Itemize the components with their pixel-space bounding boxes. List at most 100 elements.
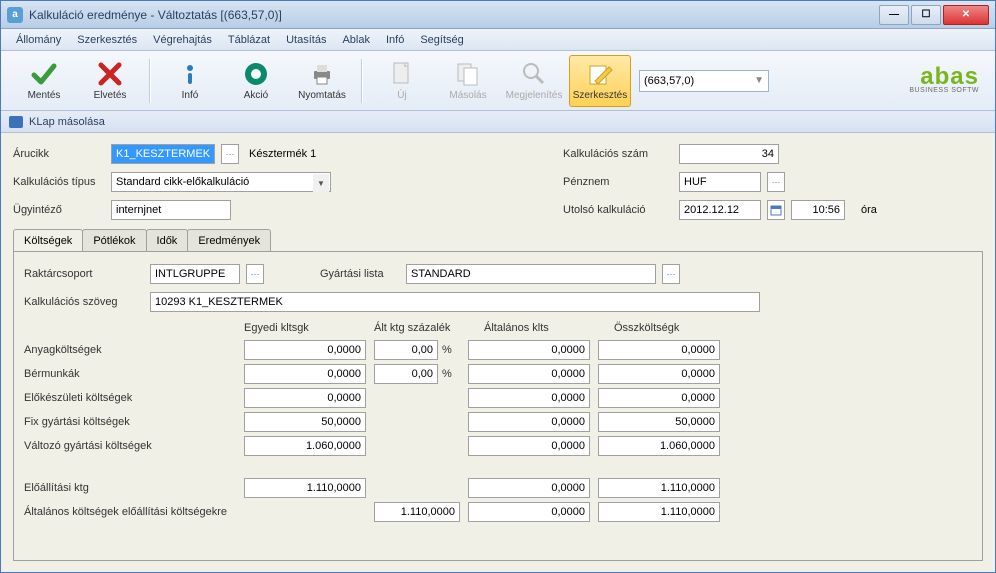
eloallitasi-egyedi[interactable]: 1.110,0000 <box>244 478 366 498</box>
toolbar: Mentés Elvetés Infó Akció Nyomtatás Új M… <box>1 51 995 111</box>
menu-szerkesztes[interactable]: Szerkesztés <box>70 31 144 49</box>
maximize-button[interactable]: ☐ <box>911 5 941 25</box>
record-selector[interactable]: (663,57,0) ▼ <box>639 70 769 92</box>
input-utolso-time[interactable]: 10:56 <box>791 200 845 220</box>
tab-potlekok[interactable]: Pótlékok <box>82 229 146 251</box>
input-arucikk[interactable]: K1_KESZTERMEK <box>111 144 215 164</box>
cost-pct[interactable]: 0,00 <box>374 340 438 360</box>
minimize-button[interactable]: — <box>879 5 909 25</box>
cost-ossz[interactable]: 50,0000 <box>598 412 720 432</box>
cost-alt[interactable]: 0,0000 <box>468 412 590 432</box>
lookup-penznem[interactable]: ⋯ <box>767 172 785 192</box>
secondary-text: KLap másolása <box>29 116 105 128</box>
copy-button[interactable]: Másolás <box>437 55 499 107</box>
label-ora: óra <box>861 204 877 216</box>
input-gyartasi[interactable]: STANDARD <box>406 264 656 284</box>
cost-ossz[interactable]: 0,0000 <box>598 388 720 408</box>
lookup-arucikk[interactable]: ⋯ <box>221 144 239 164</box>
menu-bar: Állomány Szerkesztés Végrehajtás Tábláza… <box>1 29 995 51</box>
tab-panel: Költségek Pótlékok Idők Eredmények Raktá… <box>1 229 995 573</box>
cost-egyedi[interactable]: 0,0000 <box>244 340 366 360</box>
tab-body: Raktárcsoport INTLGRUPPE ⋯ Gyártási list… <box>13 251 983 561</box>
label-kalk-tipus: Kalkulációs típus <box>13 176 105 188</box>
cost-alt[interactable]: 0,0000 <box>468 436 590 456</box>
menu-vegrehajtas[interactable]: Végrehajtás <box>146 31 219 49</box>
tab-eredmenyek[interactable]: Eredmények <box>187 229 271 251</box>
cost-ossz[interactable]: 0,0000 <box>598 364 720 384</box>
date-picker-button[interactable] <box>767 200 785 220</box>
label-penznem: Pénznem <box>563 176 673 188</box>
summary-eloallitasi: Előállítási ktg 1.110,0000 0,0000 1.110,… <box>24 476 972 500</box>
cost-label: Előkészületi költségek <box>24 392 244 404</box>
tab-idok[interactable]: Idők <box>146 229 189 251</box>
percent-sign: % <box>442 344 456 356</box>
cost-pct[interactable]: 0,00 <box>374 364 438 384</box>
tab-koltsegek[interactable]: Költségek <box>13 229 83 251</box>
brand-logo: abas BUSINESS SOFTW <box>909 67 983 94</box>
menu-ablak[interactable]: Ablak <box>335 31 377 49</box>
eloallitasi-ossz[interactable]: 1.110,0000 <box>598 478 720 498</box>
lookup-raktar[interactable]: ⋯ <box>246 264 264 284</box>
cost-ossz[interactable]: 0,0000 <box>598 340 720 360</box>
input-kalk-szam[interactable]: 34 <box>679 144 779 164</box>
eloallitasi-alt[interactable]: 0,0000 <box>468 478 590 498</box>
page-icon <box>9 116 23 128</box>
label-arucikk: Árucikk <box>13 148 105 160</box>
cost-row: Változó gyártási költségek1.060,00000,00… <box>24 434 972 458</box>
chevron-down-icon: ▼ <box>313 174 329 192</box>
app-icon: a <box>7 7 23 23</box>
menu-segitseg[interactable]: Segítség <box>413 31 470 49</box>
menu-tablazat[interactable]: Táblázat <box>221 31 277 49</box>
menu-allomany[interactable]: Állomány <box>9 31 68 49</box>
cost-row: Előkészületi költségek0,00000,00000,0000 <box>24 386 972 410</box>
menu-info[interactable]: Infó <box>379 31 411 49</box>
input-ugyintezo[interactable]: internjnet <box>111 200 231 220</box>
save-button[interactable]: Mentés <box>13 55 75 107</box>
label-kalk-szam: Kalkulációs szám <box>563 148 673 160</box>
new-button[interactable]: Új <box>371 55 433 107</box>
info-button[interactable]: Infó <box>159 55 221 107</box>
x-icon <box>96 60 124 88</box>
cost-egyedi[interactable]: 50,0000 <box>244 412 366 432</box>
edit-button[interactable]: Szerkesztés <box>569 55 631 107</box>
menu-utasitas[interactable]: Utasítás <box>279 31 333 49</box>
window-title: Kalkuláció eredménye - Változtatás [(663… <box>29 8 879 22</box>
input-raktar[interactable]: INTLGRUPPE <box>150 264 240 284</box>
cost-egyedi[interactable]: 1.060,0000 <box>244 436 366 456</box>
cost-label: Bérmunkák <box>24 368 244 380</box>
sum2-ossz[interactable]: 1.110,0000 <box>598 502 720 522</box>
header-ossz: Összköltségk <box>614 322 744 334</box>
cost-alt[interactable]: 0,0000 <box>468 340 590 360</box>
cost-ossz[interactable]: 1.060,0000 <box>598 436 720 456</box>
app-window: a Kalkuláció eredménye - Változtatás [(6… <box>0 0 996 573</box>
cost-alt[interactable]: 0,0000 <box>468 364 590 384</box>
window-controls: — ☐ ✕ <box>879 5 989 25</box>
title-bar: a Kalkuláció eredménye - Változtatás [(6… <box>1 1 995 29</box>
view-button[interactable]: Megjelenítés <box>503 55 565 107</box>
lookup-gyartasi[interactable]: ⋯ <box>662 264 680 284</box>
input-penznem[interactable]: HUF <box>679 172 761 192</box>
cost-egyedi[interactable]: 0,0000 <box>244 364 366 384</box>
combo-kalk-tipus[interactable]: Standard cikk-előkalkuláció ▼ <box>111 172 331 192</box>
sum2-pctval[interactable]: 1.110,0000 <box>374 502 460 522</box>
cost-egyedi[interactable]: 0,0000 <box>244 388 366 408</box>
sum2-alt[interactable]: 0,0000 <box>468 502 590 522</box>
discard-button[interactable]: Elvetés <box>79 55 141 107</box>
toolbar-sep2 <box>361 59 363 103</box>
cost-alt[interactable]: 0,0000 <box>468 388 590 408</box>
close-button[interactable]: ✕ <box>943 5 989 25</box>
input-kalk-szoveg[interactable]: 10293 K1_KESZTERMEK <box>150 292 760 312</box>
action-button[interactable]: Akció <box>225 55 287 107</box>
edit-icon <box>586 60 614 88</box>
print-button[interactable]: Nyomtatás <box>291 55 353 107</box>
tab-strip: Költségek Pótlékok Idők Eredmények <box>13 229 983 251</box>
costs-header: Egyedi kltsgk Ált ktg százalék Általános… <box>24 322 972 334</box>
input-utolso-date[interactable]: 2012.12.12 <box>679 200 761 220</box>
header-alt-pct: Ált ktg százalék <box>374 322 484 334</box>
cost-row: Fix gyártási költségek50,00000,000050,00… <box>24 410 972 434</box>
toolbar-sep <box>149 59 151 103</box>
cost-row: Anyagköltségek0,00000,00%0,00000,0000 <box>24 338 972 362</box>
label-ugyintezo: Ügyintéző <box>13 204 105 216</box>
percent-sign: % <box>442 368 456 380</box>
action-icon <box>242 60 270 88</box>
